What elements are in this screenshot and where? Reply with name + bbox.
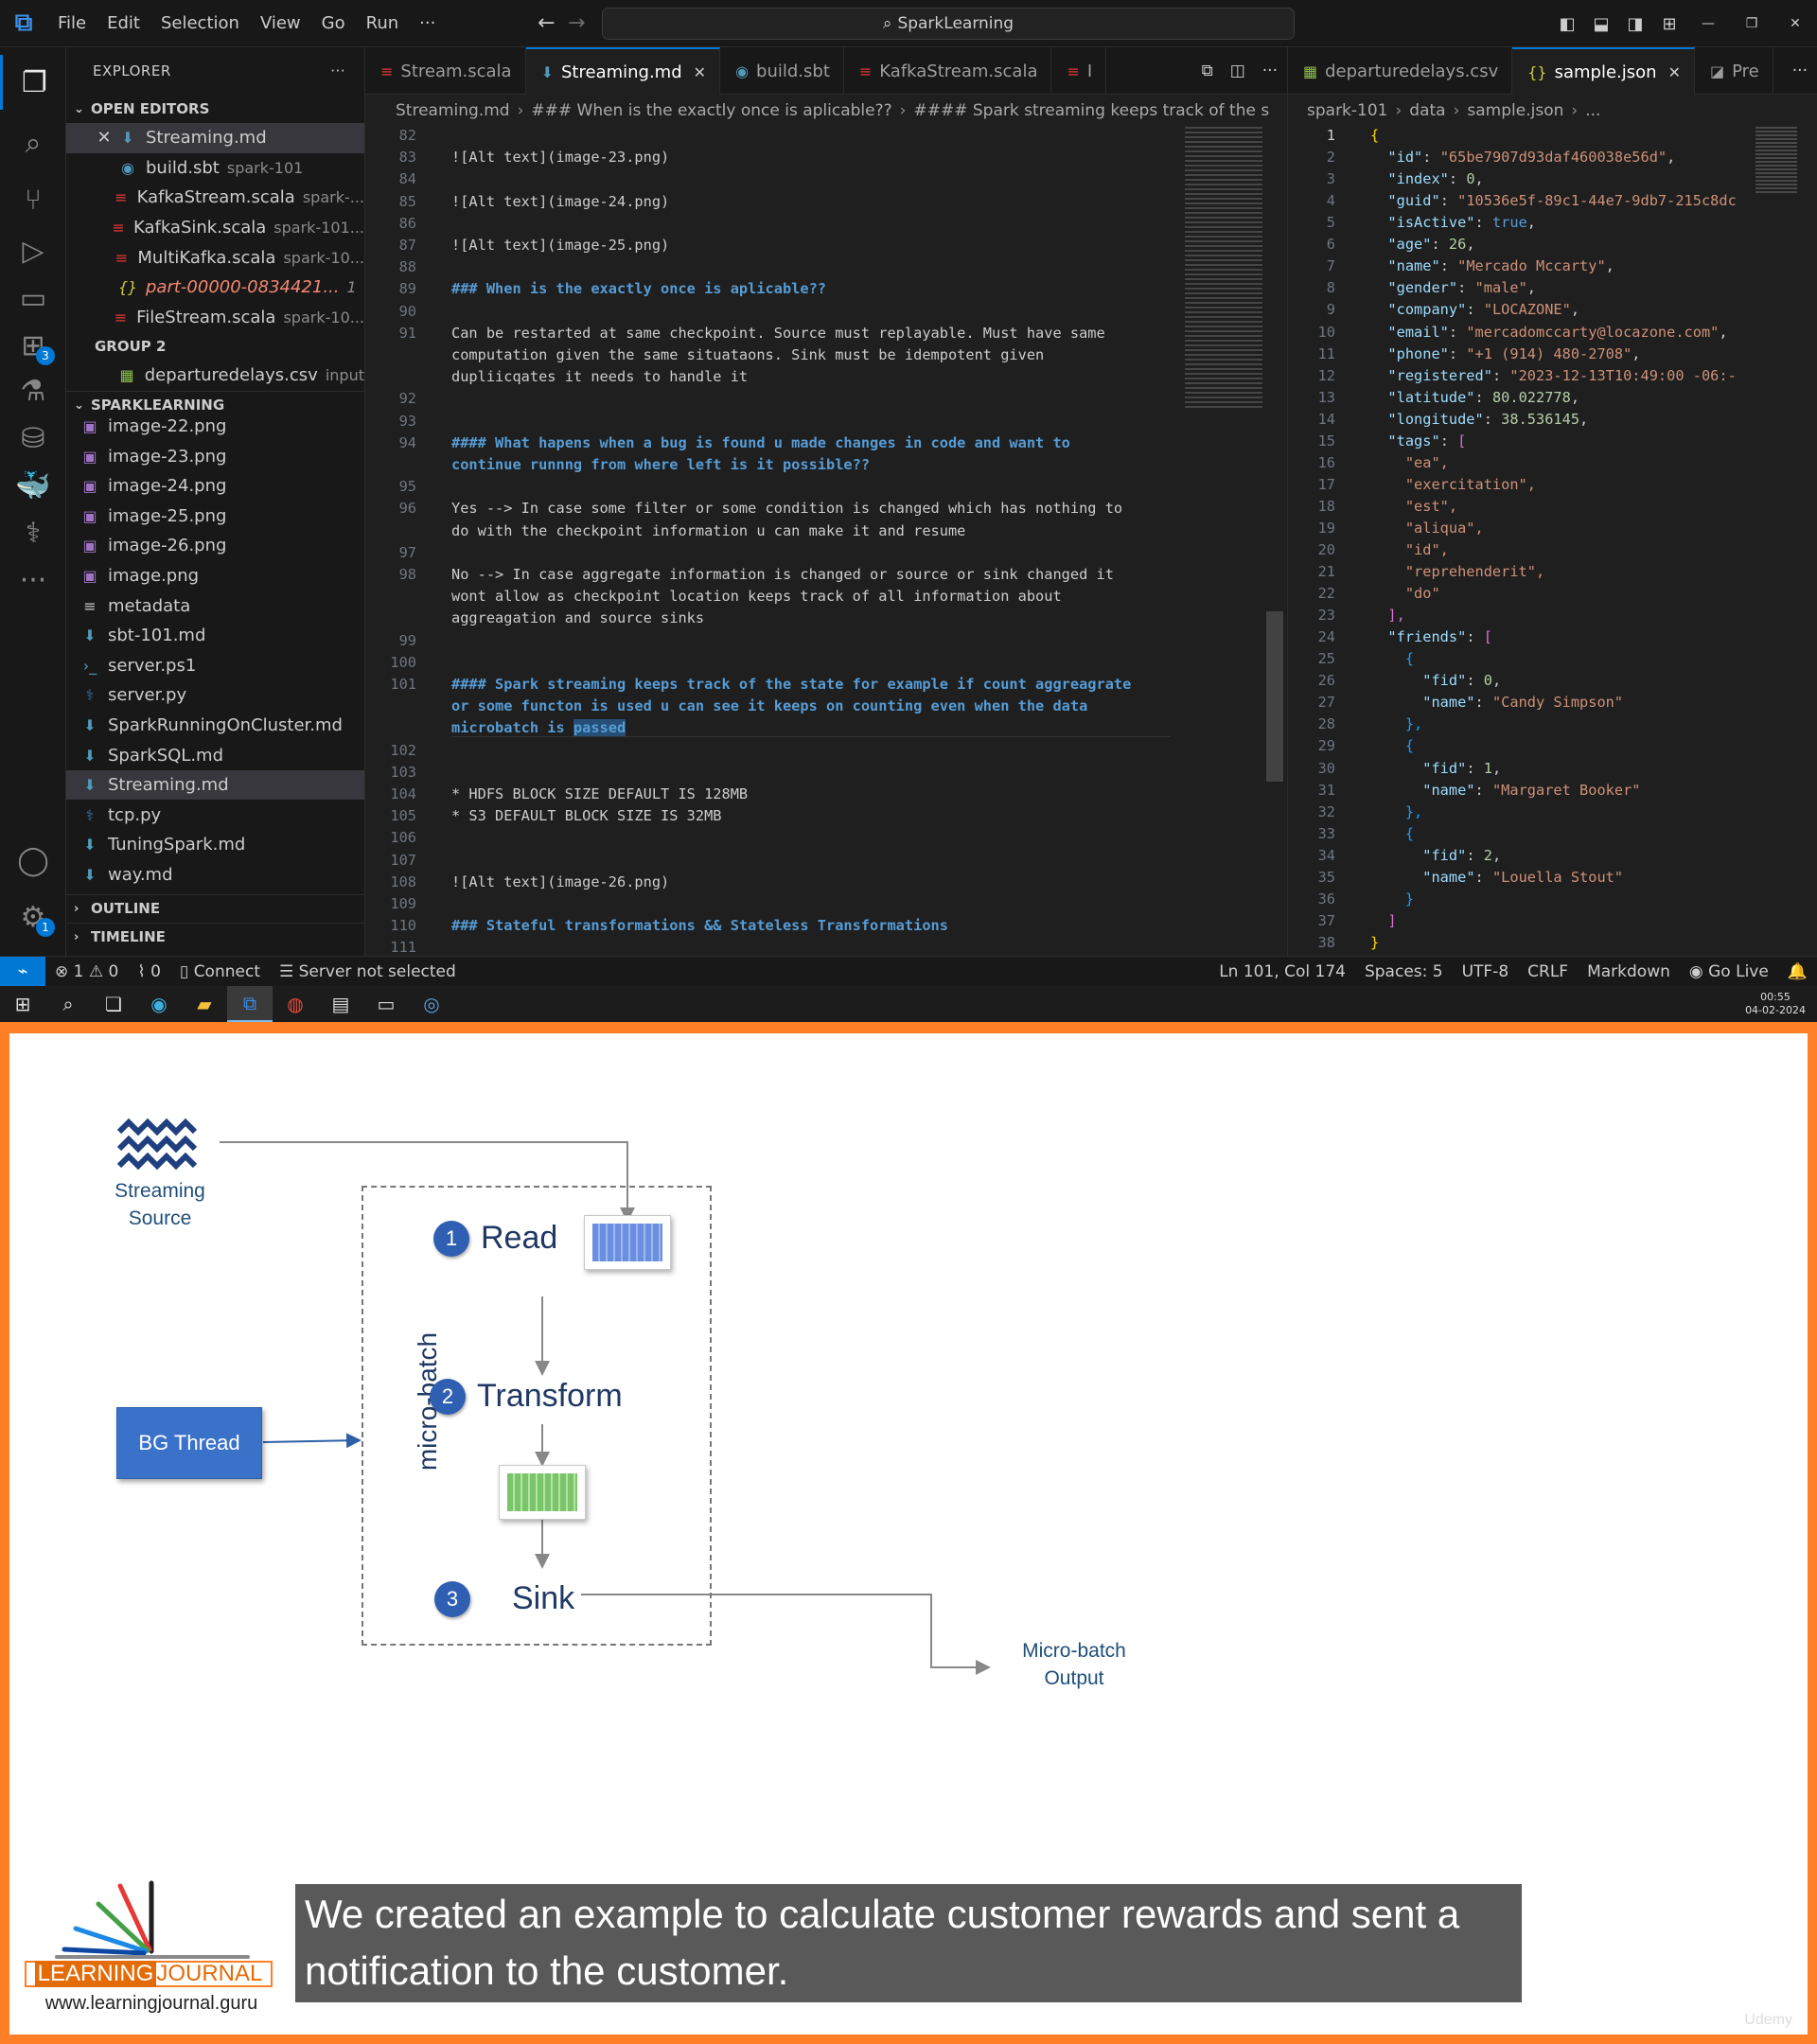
step-transform: 2 Transform — [430, 1378, 623, 1415]
step-transform-label: Transform — [477, 1378, 623, 1414]
micro-batch-output-label: Micro-batch Output — [1003, 1637, 1145, 1692]
output-label-line1: Micro-batch — [1022, 1640, 1126, 1662]
learning-journal-url: www.learningjournal.guru — [44, 1993, 258, 2014]
learning-journal-logo-icon — [55, 1880, 250, 1959]
output-label-line2: Output — [1044, 1667, 1104, 1689]
diagram-connectors — [55, 1118, 991, 1959]
step-number-3: 3 — [434, 1580, 470, 1617]
bgthread-to-microbatch-connector — [262, 1433, 362, 1449]
step-sink: 3 Sink — [434, 1580, 574, 1617]
streaming-source-label: Streaming Source — [98, 1177, 221, 1232]
source-label-line2: Source — [128, 1207, 192, 1229]
step-sink-label: Sink — [512, 1580, 575, 1616]
transformed-data-table-icon — [499, 1465, 586, 1520]
step-number-1: 1 — [433, 1220, 469, 1257]
streaming-source-icon — [116, 1118, 198, 1171]
step-read: 1 Read — [433, 1220, 557, 1257]
source-label-line1: Streaming — [115, 1180, 205, 1202]
udemy-watermark: Udemy — [1744, 2012, 1792, 2028]
screen: { "titlebar": { "menu": ["File","Edit","… — [0, 0, 1817, 2044]
bg-thread-box: BG Thread — [116, 1407, 262, 1479]
logo-word-journal: JOURNAL — [156, 1961, 263, 1986]
subtitle-caption: We created an example to calculate custo… — [295, 1884, 1522, 2002]
step-read-label: Read — [481, 1220, 558, 1256]
learning-journal-wordmark: LEARNING JOURNAL — [25, 1961, 273, 1987]
step-number-2: 2 — [430, 1378, 466, 1415]
logo-word-learning: LEARNING — [34, 1961, 157, 1987]
read-data-table-icon — [584, 1215, 671, 1270]
